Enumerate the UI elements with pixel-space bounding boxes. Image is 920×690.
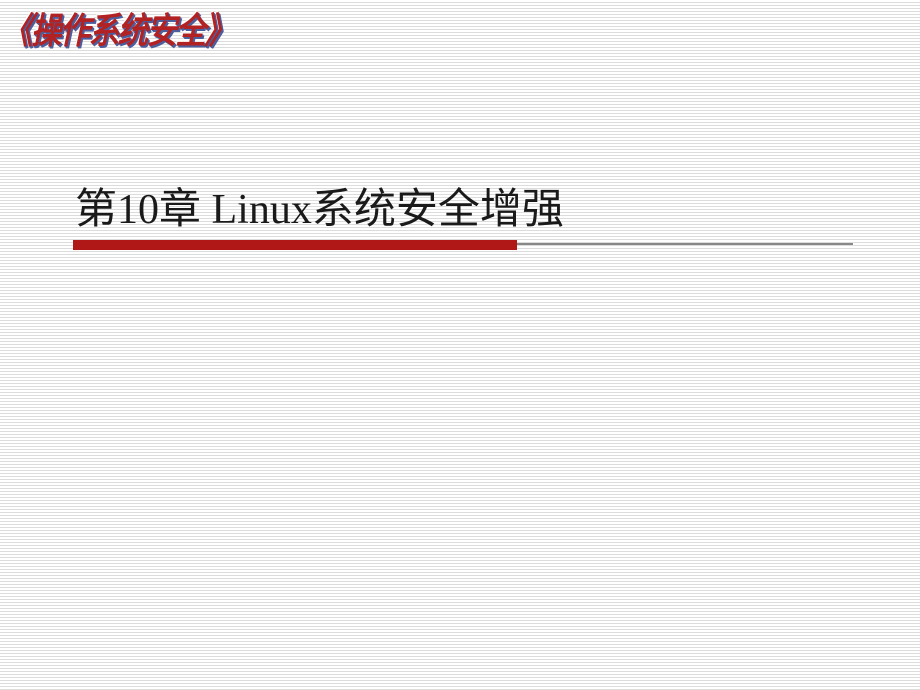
chapter-title: 第10章 Linux系统安全增强 [75, 175, 564, 236]
title-underline-accent [73, 240, 517, 250]
title-underline-extension [517, 243, 853, 245]
book-title: 《操作系统安全》 [2, 2, 233, 54]
